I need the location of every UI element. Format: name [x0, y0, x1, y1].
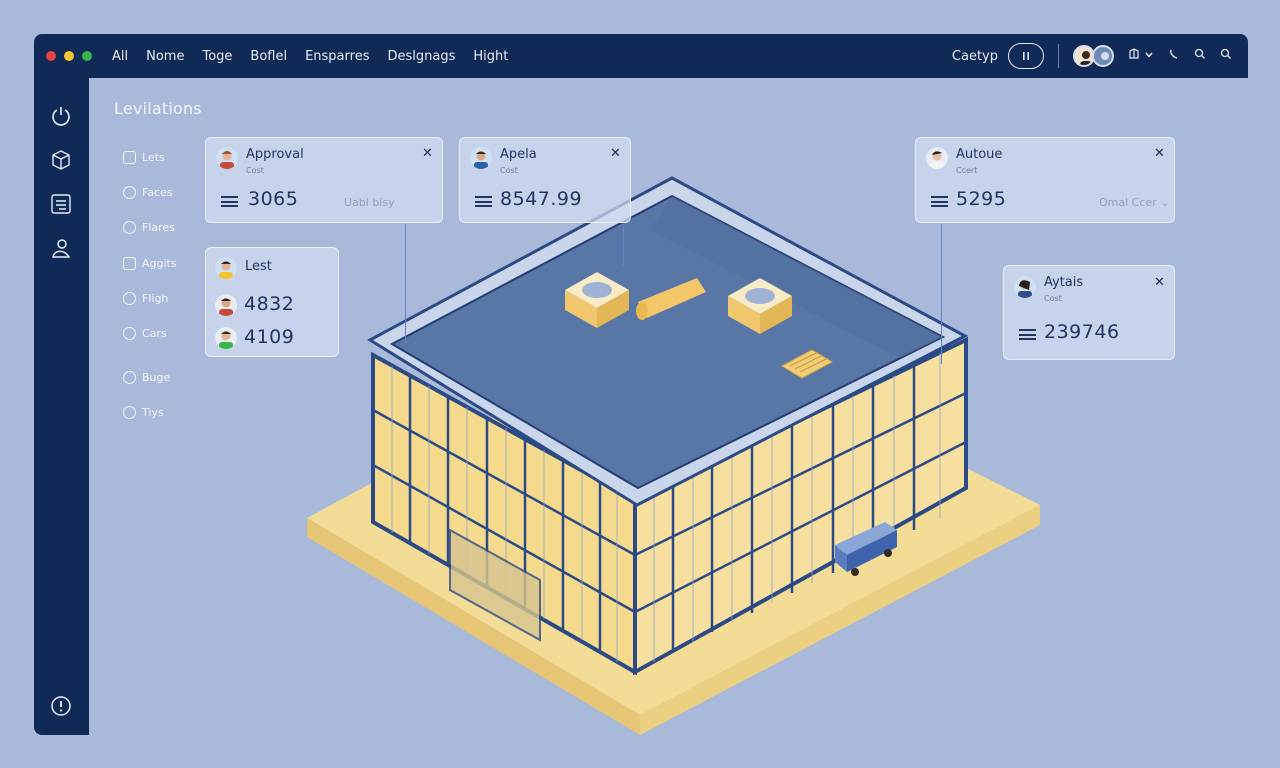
- chevron-down-icon: ⌄: [1160, 196, 1170, 209]
- card-subtitle: Cost: [500, 166, 518, 175]
- avatar: [215, 257, 237, 279]
- card-value: 4109: [244, 326, 295, 348]
- card-value: 8547.99: [500, 188, 583, 210]
- card-title: Apela: [500, 147, 537, 162]
- card-subtitle: Cost: [1044, 294, 1062, 303]
- menu-icon: [1019, 329, 1036, 340]
- close-icon[interactable]: ✕: [610, 146, 621, 161]
- card-title: Autoue: [956, 147, 1003, 162]
- close-icon[interactable]: ✕: [1154, 146, 1165, 161]
- avatar: [215, 327, 237, 349]
- avatar: [215, 294, 237, 316]
- close-icon[interactable]: ✕: [422, 146, 433, 161]
- connector-line: [623, 224, 624, 266]
- connector-line: [405, 224, 406, 344]
- card-title: Aytais: [1044, 275, 1084, 290]
- avatar: [926, 147, 948, 169]
- avatar: [216, 147, 238, 169]
- card-subtitle: Cost: [246, 166, 264, 175]
- info-card-apela[interactable]: Apela Cost ✕ 8547.99: [459, 137, 631, 223]
- menu-icon: [931, 196, 948, 207]
- card-value: 4832: [244, 293, 295, 315]
- info-card-lest[interactable]: Lest 4832 4109: [205, 247, 339, 357]
- menu-icon: [475, 196, 492, 207]
- card-value: 3065: [248, 188, 299, 210]
- close-icon[interactable]: ✕: [1154, 275, 1165, 290]
- avatar: [1014, 276, 1036, 298]
- avatar: [470, 147, 492, 169]
- building-illustration: [307, 176, 1040, 735]
- card-subtitle: Ccert: [956, 166, 978, 175]
- card-dropdown[interactable]: Omal Ccer ⌄: [1099, 196, 1169, 209]
- card-title: Approval: [246, 147, 304, 162]
- card-value: 5295: [956, 188, 1007, 210]
- card-note: Uabl bisy: [344, 196, 395, 209]
- info-card-autoue[interactable]: Autoue Ccert ✕ 5295 Omal Ccer ⌄: [915, 137, 1175, 223]
- info-card-aytais[interactable]: Aytais Cost ✕ 239746: [1003, 265, 1175, 360]
- card-title: Lest: [245, 259, 272, 274]
- connector-line: [941, 224, 942, 364]
- card-value: 239746: [1044, 321, 1120, 343]
- card-dropdown-label: Omal Ccer: [1099, 196, 1157, 209]
- menu-icon: [221, 196, 238, 207]
- info-card-approval[interactable]: Approval Cost ✕ 3065 Uabl bisy: [205, 137, 443, 223]
